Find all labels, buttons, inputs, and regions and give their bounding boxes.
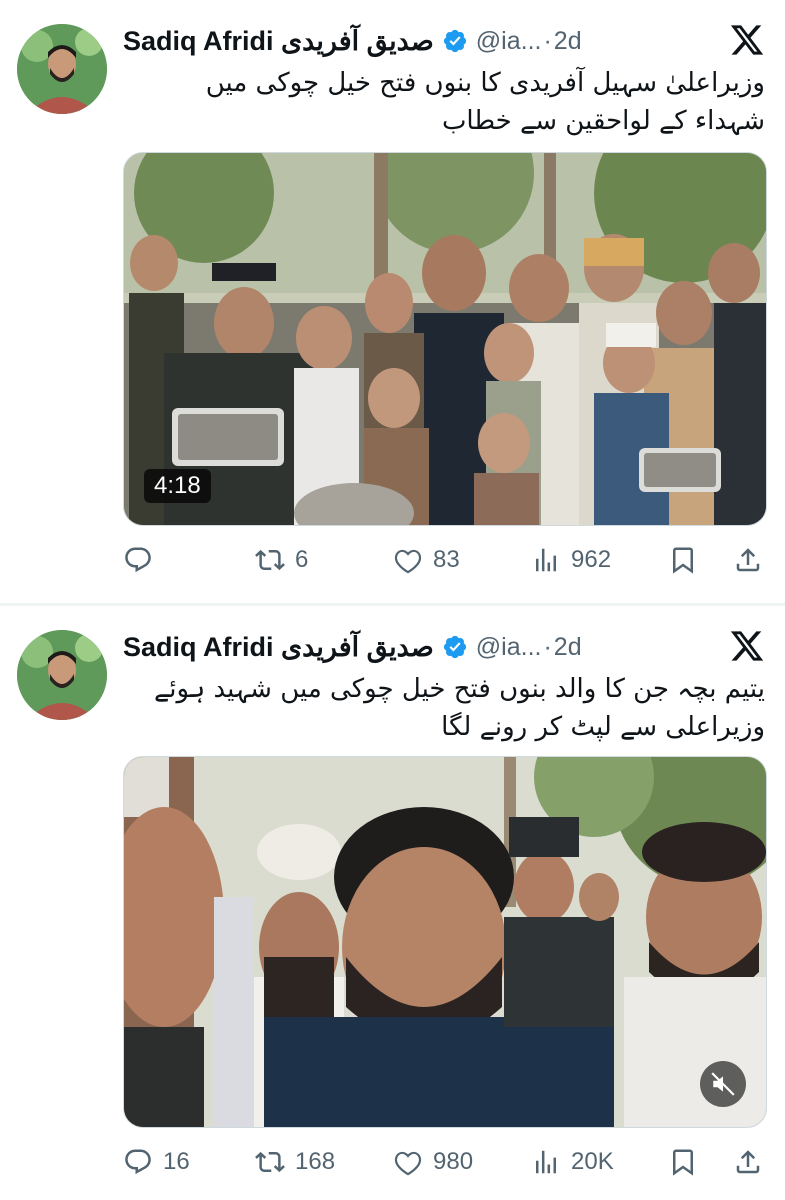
tweet-text-line: وزیراعلیٰ سہیل آفریدی کا بنوں فتح خیل چو…	[205, 68, 765, 98]
views-count: 962	[571, 546, 612, 573]
tweet-text: یتیم بچہ جن کا والد بنوں فتح خیل چوکی می…	[125, 670, 765, 746]
action-bar: 16 168 980 20K	[123, 1142, 765, 1182]
header-separator: ·	[543, 26, 552, 55]
tweet-text-line: وزیراعلی سے لپٹ کر رونے لگا	[441, 712, 765, 742]
repost-button[interactable]: 168	[255, 1142, 335, 1182]
tweet-text: وزیراعلیٰ سہیل آفریدی کا بنوں فتح خیل چو…	[125, 64, 765, 140]
header-separator: ·	[543, 632, 552, 661]
video-player[interactable]	[123, 756, 767, 1128]
tweet-text-line: شہداء کے لواحقین سے خطاب	[441, 106, 765, 136]
share-upload-icon	[736, 548, 760, 572]
reply-button[interactable]	[123, 540, 163, 580]
repost-arrows-icon	[255, 549, 285, 571]
avatar-image	[17, 24, 107, 114]
views-count: 20K	[571, 1148, 614, 1175]
heart-icon	[394, 1151, 422, 1176]
like-button[interactable]: 980	[393, 1142, 473, 1182]
repost-arrows-icon	[255, 1151, 285, 1173]
video-player[interactable]: 4:18	[123, 152, 767, 526]
x-logo-icon	[730, 631, 764, 661]
author-handle[interactable]: @ia...	[476, 27, 542, 56]
share-button[interactable]	[733, 1142, 763, 1182]
video-duration: 4:18	[144, 469, 211, 503]
action-bar: 6 83 962	[123, 540, 765, 580]
verified-badge-icon	[443, 635, 466, 659]
bookmark-icon	[673, 1149, 693, 1176]
x-logo-icon	[730, 25, 764, 55]
tweet-header: Sadiq Afridi صدیق آفریدی @ia... · 2d	[123, 628, 582, 666]
author-name[interactable]: Sadiq Afridi صدیق آفریدی	[123, 632, 434, 663]
avatar-image	[17, 630, 107, 720]
tweet-2[interactable]: Sadiq Afridi صدیق آفریدی @ia... · 2d یتی…	[0, 606, 785, 1200]
like-button[interactable]: 83	[393, 540, 460, 580]
repost-count: 6	[295, 546, 309, 573]
speech-bubble-icon	[125, 547, 151, 573]
heart-icon	[394, 549, 422, 574]
like-count: 980	[433, 1148, 474, 1175]
timestamp[interactable]: 2d	[554, 633, 582, 662]
video-thumbnail	[124, 153, 766, 525]
author-handle[interactable]: @ia...	[476, 633, 542, 662]
views-button[interactable]: 20K	[531, 1142, 614, 1182]
like-count: 83	[433, 546, 460, 573]
bookmark-button[interactable]	[668, 540, 698, 580]
share-upload-icon	[736, 1150, 760, 1174]
views-button[interactable]: 962	[531, 540, 611, 580]
reply-button[interactable]: 16	[123, 1142, 190, 1182]
avatar[interactable]	[17, 630, 107, 720]
verified-badge-icon	[443, 29, 466, 53]
avatar[interactable]	[17, 24, 107, 114]
bar-chart-icon	[536, 548, 556, 572]
muted-speaker-icon	[711, 1072, 735, 1096]
reply-count: 16	[163, 1148, 190, 1175]
repost-button[interactable]: 6	[255, 540, 308, 580]
video-thumbnail	[124, 757, 766, 1127]
bookmark-icon	[673, 547, 693, 574]
mute-button[interactable]	[700, 1061, 746, 1107]
tweet-text-line: یتیم بچہ جن کا والد بنوں فتح خیل چوکی می…	[154, 674, 765, 704]
timestamp[interactable]: 2d	[554, 27, 582, 56]
repost-count: 168	[295, 1148, 336, 1175]
share-button[interactable]	[733, 540, 763, 580]
tweet-1[interactable]: Sadiq Afridi صدیق آفریدی @ia... · 2d وزی…	[0, 0, 785, 604]
bar-chart-icon	[536, 1150, 556, 1174]
author-name[interactable]: Sadiq Afridi صدیق آفریدی	[123, 26, 434, 57]
tweet-header: Sadiq Afridi صدیق آفریدی @ia... · 2d	[123, 22, 582, 60]
bookmark-button[interactable]	[668, 1142, 698, 1182]
speech-bubble-icon	[125, 1149, 151, 1175]
